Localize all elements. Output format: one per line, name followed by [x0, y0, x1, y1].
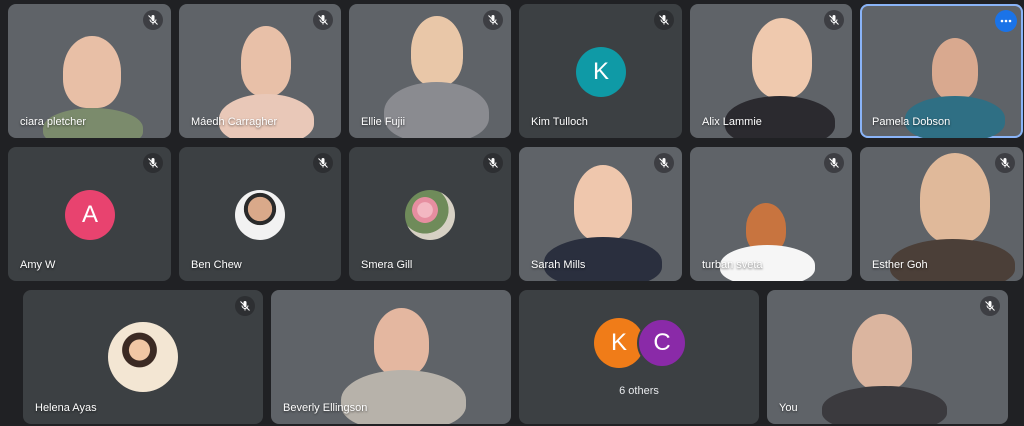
participant-video: [374, 308, 429, 376]
participant-tile-sarah[interactable]: Sarah Mills: [519, 147, 682, 281]
participant-name: Alix Lammie: [702, 116, 762, 128]
others-tile[interactable]: K C 6 others: [519, 290, 759, 424]
participant-name: Pamela Dobson: [872, 116, 951, 128]
avatar: [235, 190, 285, 240]
participant-name: Beverly Ellingson: [283, 402, 368, 414]
participant-tile-smera[interactable]: Smera Gill: [349, 147, 511, 281]
participant-video: [63, 36, 121, 108]
participant-tile-amy[interactable]: A Amy W: [8, 147, 171, 281]
avatar: [108, 322, 178, 392]
participant-video: [752, 18, 812, 98]
participant-tile-ben[interactable]: Ben Chew: [179, 147, 341, 281]
participant-name: Amy W: [20, 259, 56, 271]
participant-name: Kim Tulloch: [531, 116, 588, 128]
participant-name: Máedh Carragher: [191, 116, 278, 128]
mic-off-icon: [143, 10, 163, 30]
participant-name: turban sveta: [702, 259, 763, 271]
participant-name: Helena Ayas: [35, 402, 97, 414]
participant-video: [411, 16, 463, 86]
self-tile[interactable]: You: [767, 290, 1008, 424]
mic-off-icon: [483, 10, 503, 30]
participant-video-body: [384, 82, 489, 138]
participant-name: Ben Chew: [191, 259, 242, 271]
participant-video: [932, 38, 978, 100]
mic-off-icon: [824, 10, 844, 30]
participant-tile-pamela[interactable]: Pamela Dobson: [860, 4, 1023, 138]
others-count-label: 6 others: [619, 385, 659, 397]
participant-video: [920, 153, 990, 243]
participant-tile-sveta[interactable]: turban sveta: [690, 147, 852, 281]
mic-off-icon: [654, 153, 674, 173]
participant-tile-maedh[interactable]: Máedh Carragher: [179, 4, 341, 138]
participant-tile-ellie[interactable]: Ellie Fujii: [349, 4, 511, 138]
participant-tile-esther[interactable]: Esther Goh: [860, 147, 1023, 281]
participant-tile-helena[interactable]: Helena Ayas: [23, 290, 263, 424]
participant-name: Smera Gill: [361, 259, 413, 271]
mic-off-icon: [235, 296, 255, 316]
mic-off-icon: [313, 10, 333, 30]
participant-tile-alix[interactable]: Alix Lammie: [690, 4, 852, 138]
mic-off-icon: [483, 153, 503, 173]
avatar: K: [576, 47, 626, 97]
mic-off-icon: [313, 153, 333, 173]
participant-video: [241, 26, 291, 96]
participant-name: You: [779, 402, 798, 414]
mic-off-icon: [995, 153, 1015, 173]
participant-tile-kim[interactable]: K Kim Tulloch: [519, 4, 682, 138]
participant-video-body: [341, 370, 466, 424]
participant-video: [574, 165, 632, 241]
participant-tile-beverly[interactable]: Beverly Ellingson: [271, 290, 511, 424]
avatar: A: [65, 190, 115, 240]
participant-tile-ciara[interactable]: ciara pletcher: [8, 4, 171, 138]
avatar: [405, 190, 455, 240]
mic-off-icon: [980, 296, 1000, 316]
more-options-icon[interactable]: [995, 10, 1017, 32]
mic-off-icon: [824, 153, 844, 173]
mic-off-icon: [143, 153, 163, 173]
participant-name: Sarah Mills: [531, 259, 586, 271]
participant-video: [852, 314, 912, 390]
avatar: C: [637, 318, 687, 368]
participant-name: ciara pletcher: [20, 116, 87, 128]
mic-off-icon: [654, 10, 674, 30]
participant-name: Ellie Fujii: [361, 116, 406, 128]
participant-video-body: [822, 386, 947, 424]
participant-name: Esther Goh: [872, 259, 928, 271]
